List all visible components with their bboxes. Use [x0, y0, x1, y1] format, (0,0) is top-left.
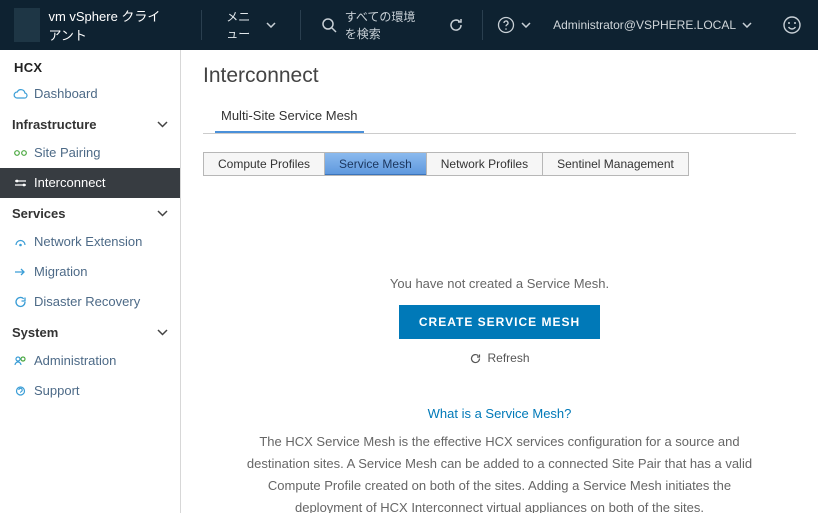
- empty-state: You have not created a Service Mesh. CRE…: [203, 276, 796, 513]
- app-logo: [14, 8, 40, 42]
- sidebar-item-dashboard[interactable]: Dashboard: [0, 79, 180, 109]
- sidebar-item-support[interactable]: Support: [0, 376, 180, 406]
- section-title: System: [12, 325, 58, 340]
- sidebar-item-label: Administration: [34, 352, 116, 370]
- sidebar-item-site-pairing[interactable]: Site Pairing: [0, 138, 180, 168]
- info-body-text: The HCX Service Mesh is the effective HC…: [243, 431, 756, 513]
- site-pairing-icon: [12, 145, 28, 161]
- app-title: vm vSphere クライアント: [48, 6, 195, 44]
- sidebar-section-system[interactable]: System: [0, 317, 180, 346]
- refresh-link[interactable]: Refresh: [203, 351, 796, 365]
- segmented-tabs: Compute Profiles Service Mesh Network Pr…: [203, 152, 796, 176]
- refresh-icon: [448, 17, 464, 33]
- sidebar-item-label: Interconnect: [34, 174, 106, 192]
- menu-label: メニュー: [226, 8, 260, 42]
- interconnect-icon: [12, 175, 28, 191]
- section-title: Services: [12, 206, 66, 221]
- sidebar-item-disaster-recovery[interactable]: Disaster Recovery: [0, 287, 180, 317]
- sub-tabs: Multi-Site Service Mesh: [203, 108, 796, 134]
- chevron-down-icon: [157, 210, 168, 217]
- tab-service-mesh[interactable]: Service Mesh: [325, 152, 427, 176]
- content-area: Interconnect Multi-Site Service Mesh Com…: [181, 50, 818, 513]
- chevron-down-icon: [157, 121, 168, 128]
- refresh-icon: [469, 352, 487, 365]
- info-block: What is a Service Mesh? The HCX Service …: [203, 403, 796, 513]
- sidebar-item-label: Dashboard: [34, 85, 98, 103]
- sidebar-section-services[interactable]: Services: [0, 198, 180, 227]
- tab-compute-profiles[interactable]: Compute Profiles: [203, 152, 325, 176]
- tab-network-profiles[interactable]: Network Profiles: [427, 152, 543, 176]
- sidebar-item-administration[interactable]: Administration: [0, 346, 180, 376]
- page-title: Interconnect: [203, 64, 796, 88]
- sidebar-section-infrastructure[interactable]: Infrastructure: [0, 109, 180, 138]
- feedback-button[interactable]: [766, 15, 818, 35]
- chevron-down-icon: [157, 329, 168, 336]
- sidebar-app-name: HCX: [0, 50, 180, 79]
- users-icon: [12, 353, 28, 369]
- help-dropdown[interactable]: [489, 16, 539, 34]
- sidebar-item-label: Support: [34, 382, 80, 400]
- sub-tab-multi-site-service-mesh[interactable]: Multi-Site Service Mesh: [215, 108, 364, 133]
- sidebar-item-network-extension[interactable]: Network Extension: [0, 227, 180, 257]
- user-label: Administrator@VSPHERE.LOCAL: [553, 18, 736, 32]
- user-dropdown[interactable]: Administrator@VSPHERE.LOCAL: [539, 18, 766, 32]
- info-heading-link[interactable]: What is a Service Mesh?: [428, 403, 572, 425]
- smiley-icon: [782, 15, 802, 35]
- search-placeholder: すべての環境を検索: [345, 8, 423, 42]
- sidebar-item-migration[interactable]: Migration: [0, 257, 180, 287]
- cloud-icon: [12, 86, 28, 102]
- create-service-mesh-button[interactable]: CREATE SERVICE MESH: [399, 305, 600, 339]
- empty-state-message: You have not created a Service Mesh.: [203, 276, 796, 291]
- help-icon: [497, 16, 515, 34]
- chevron-down-icon: [266, 22, 276, 28]
- sidebar-item-interconnect[interactable]: Interconnect: [0, 168, 180, 198]
- tab-sentinel-management[interactable]: Sentinel Management: [543, 152, 689, 176]
- sidebar-item-label: Site Pairing: [34, 144, 100, 162]
- chevron-down-icon: [742, 22, 752, 28]
- sidebar-item-label: Disaster Recovery: [34, 293, 140, 311]
- search-icon: [321, 17, 337, 33]
- section-title: Infrastructure: [12, 117, 97, 132]
- sidebar-item-label: Network Extension: [34, 233, 142, 251]
- chevron-down-icon: [521, 22, 531, 28]
- sidebar-item-label: Migration: [34, 263, 87, 281]
- support-icon: [12, 383, 28, 399]
- migration-icon: [12, 264, 28, 280]
- refresh-label: Refresh: [487, 351, 529, 365]
- menu-dropdown[interactable]: メニュー: [208, 8, 294, 42]
- global-search[interactable]: すべての環境を検索: [307, 8, 437, 42]
- divider: [482, 10, 483, 40]
- disaster-recovery-icon: [12, 294, 28, 310]
- divider: [300, 10, 301, 40]
- sidebar: HCX Dashboard Infrastructure Site Pairin…: [0, 50, 181, 513]
- top-bar: vm vSphere クライアント メニュー すべての環境を検索 Adminis…: [0, 0, 818, 50]
- divider: [201, 10, 202, 40]
- refresh-button[interactable]: [436, 17, 476, 33]
- network-extension-icon: [12, 234, 28, 250]
